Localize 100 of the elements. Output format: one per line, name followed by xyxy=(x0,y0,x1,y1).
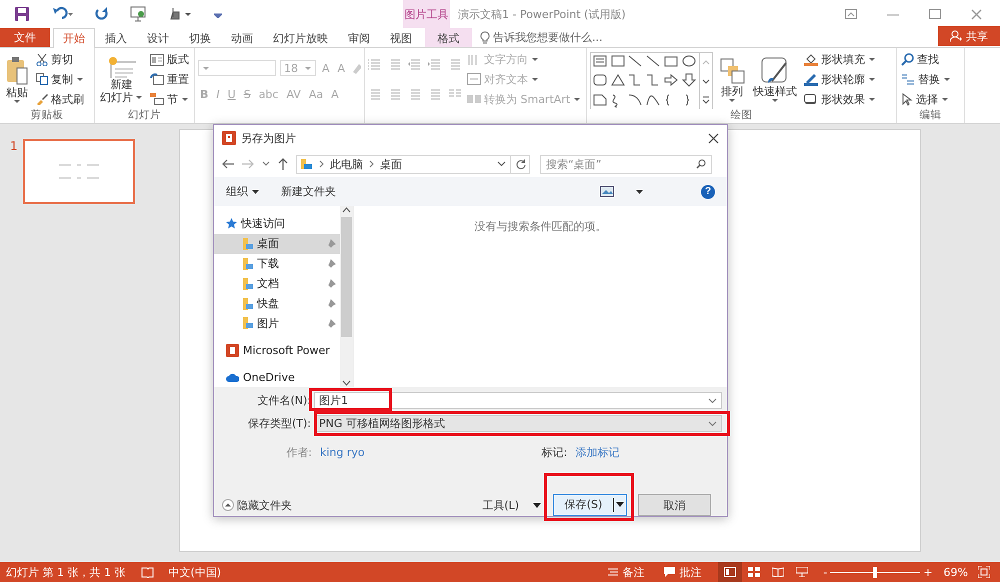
add-tag-link[interactable]: 添加标记 xyxy=(575,444,620,460)
zoom-in-button[interactable]: + xyxy=(920,566,936,578)
shape-effects-icon xyxy=(804,92,818,106)
section-button[interactable]: 节 xyxy=(149,90,191,108)
up-arrow-icon[interactable] xyxy=(278,158,288,170)
reset-button[interactable]: 重置 xyxy=(149,70,191,88)
notes-icon xyxy=(608,568,618,576)
organize-menu[interactable]: 组织 xyxy=(226,184,259,199)
normal-view-button[interactable] xyxy=(718,562,742,582)
refresh-button[interactable] xyxy=(511,154,530,174)
fit-to-window-icon[interactable] xyxy=(978,566,990,578)
dialog-title: 另存为图片 xyxy=(241,130,296,146)
ribbon-tab[interactable]: 切换 xyxy=(179,28,221,47)
caret-icon xyxy=(941,96,949,102)
zoom-level[interactable]: 69% xyxy=(944,566,968,578)
field-label: 文件名(N): xyxy=(256,393,312,408)
share-button[interactable]: 共享 xyxy=(938,26,1000,46)
maximize-icon[interactable] xyxy=(929,9,941,19)
notes-button[interactable]: 备注 xyxy=(605,564,648,580)
hide-folders-toggle[interactable]: 隐藏文件夹 xyxy=(222,498,292,513)
brush-icon xyxy=(36,93,48,106)
scrollbar[interactable] xyxy=(340,206,353,387)
folder-icon xyxy=(243,317,253,330)
ribbon-tab[interactable]: 插入 xyxy=(95,28,137,47)
navigation-item[interactable]: 下载 xyxy=(214,254,340,274)
shape-fill-button[interactable]: 形状填充 xyxy=(803,50,877,69)
save-button[interactable]: 保存(S) xyxy=(553,494,627,516)
format-painter-button[interactable]: 格式刷 xyxy=(35,90,85,108)
view-icon[interactable] xyxy=(600,186,614,197)
navigation-item[interactable]: OneDrive xyxy=(214,367,340,388)
navigation-item[interactable]: 文档 xyxy=(214,274,340,294)
file-type-dropdown[interactable]: PNG 可移植网络图形格式 xyxy=(314,415,722,432)
caret-icon xyxy=(252,190,259,194)
file-name-field[interactable]: 图片1 xyxy=(314,392,722,410)
search-icon xyxy=(901,53,914,66)
shape-effects-button[interactable]: 形状效果 xyxy=(803,90,877,108)
address-bar[interactable]: 此电脑 桌面 xyxy=(296,154,511,174)
new-slide-button[interactable]: 新建 幻灯片 xyxy=(98,56,145,104)
navigation-item[interactable]: 快速访问 xyxy=(214,214,340,234)
spelling-icon[interactable] xyxy=(141,566,154,578)
pin-icon xyxy=(327,239,336,248)
zoom-slider-thumb[interactable] xyxy=(873,566,878,578)
paste-button[interactable]: 粘贴 xyxy=(3,56,31,104)
find-button[interactable]: 查找 xyxy=(900,50,952,69)
replace-button[interactable]: 替换 xyxy=(900,70,952,88)
presentation-icon[interactable] xyxy=(130,6,148,22)
caret-icon xyxy=(181,96,189,102)
ribbon-tab[interactable]: 视图 xyxy=(380,28,422,47)
slide-thumbnail[interactable] xyxy=(23,139,135,204)
window-title: 演示文稿1 - PowerPoint (试用版) xyxy=(458,6,626,22)
chevron-down-icon[interactable] xyxy=(262,161,270,167)
select-button[interactable]: 选择 xyxy=(900,90,952,108)
caret-icon xyxy=(304,66,312,70)
ribbon-display-icon[interactable] xyxy=(845,9,857,19)
comments-button[interactable]: 批注 xyxy=(661,564,704,580)
slideshow-icon xyxy=(796,567,808,577)
navigation-item[interactable]: Microsoft Power xyxy=(214,340,340,360)
tell-me-field[interactable]: 告诉我您想要做什么... xyxy=(493,30,602,45)
back-arrow-icon[interactable] xyxy=(222,159,234,169)
caret-icon xyxy=(76,76,84,82)
layout-button[interactable]: 版式 xyxy=(149,50,191,69)
scroll-up-icon xyxy=(342,206,351,213)
chevron-down-icon xyxy=(708,398,717,404)
language-indicator[interactable]: 中文(中国) xyxy=(168,564,222,580)
breadcrumb[interactable]: 此电脑 xyxy=(330,156,363,172)
navigation-item[interactable]: 快盘 xyxy=(214,294,340,314)
ribbon-tab[interactable]: 幻灯片放映 xyxy=(263,28,338,47)
shape-outline-button[interactable]: 形状轮廓 xyxy=(803,70,877,88)
save-icon[interactable] xyxy=(14,6,30,22)
ribbon-tab[interactable]: 审阅 xyxy=(338,28,380,47)
navigation-item[interactable]: 图片 xyxy=(214,313,340,334)
chevron-down-icon[interactable] xyxy=(497,161,506,167)
cancel-button[interactable]: 取消 xyxy=(638,494,711,516)
new-folder-button[interactable]: 新建文件夹 xyxy=(281,184,336,199)
close-icon[interactable] xyxy=(708,132,719,144)
search-field[interactable]: 搜索“桌面” xyxy=(540,154,712,174)
pin-icon xyxy=(327,299,336,308)
ribbon-tab[interactable]: 格式 xyxy=(425,28,472,47)
scissors-icon xyxy=(36,54,48,66)
quick-styles-button[interactable]: 快速样式 xyxy=(751,56,799,102)
ribbon-tab[interactable]: 开始 xyxy=(53,28,95,48)
ribbon-tab[interactable]: 动画 xyxy=(221,28,263,47)
redo-icon[interactable] xyxy=(94,6,110,22)
navigation-item[interactable]: 桌面 xyxy=(214,234,340,254)
arrange-button[interactable]: 排列 xyxy=(717,56,747,102)
zoom-out-button[interactable]: - xyxy=(820,566,830,578)
help-button[interactable]: ? xyxy=(701,184,715,198)
caret-icon[interactable] xyxy=(636,190,643,194)
breadcrumb[interactable]: 桌面 xyxy=(380,156,402,172)
cloud-icon xyxy=(226,372,239,382)
copy-button[interactable]: 复制 xyxy=(35,70,85,88)
undo-icon[interactable] xyxy=(50,6,74,22)
cut-button[interactable]: 剪切 xyxy=(35,50,85,69)
tools-menu[interactable]: 工具(L) xyxy=(482,498,541,513)
ribbon-tab[interactable]: 设计 xyxy=(137,28,179,47)
ribbon-tab[interactable]: 文件 xyxy=(0,28,50,47)
author-link[interactable]: king ryo xyxy=(320,446,365,459)
powerpoint-logo-icon xyxy=(226,344,239,357)
caret-icon xyxy=(531,57,539,62)
arrange-icon xyxy=(719,56,745,84)
